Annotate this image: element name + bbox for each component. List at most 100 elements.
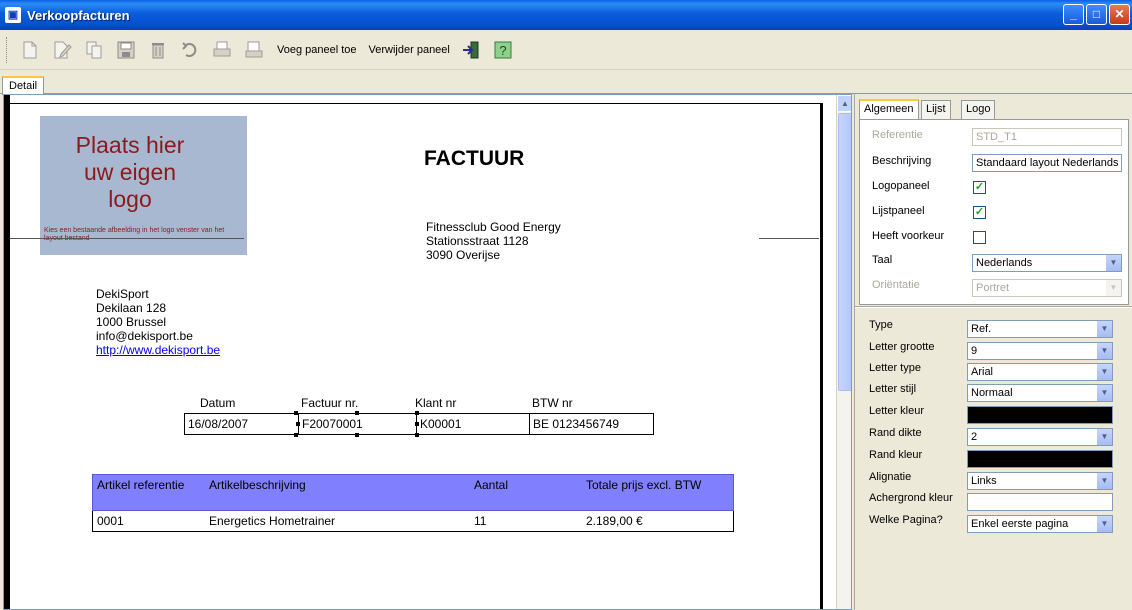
type-select[interactable]: Ref. ▼ [967,320,1113,338]
print-icon[interactable] [209,37,235,63]
save-icon[interactable] [113,37,139,63]
col-article-desc: Artikelbeschrijving [209,478,306,492]
tab-logo[interactable]: Logo [961,100,996,119]
invoice-title[interactable]: FACTUUR [424,147,524,171]
selection-handle[interactable] [355,411,359,415]
fontstyle-select[interactable]: Normaal ▼ [967,384,1113,402]
panel-divider[interactable] [855,306,1132,308]
vertical-scrollbar[interactable]: ▲ [836,95,851,609]
selection-handle[interactable] [415,422,419,426]
align-select[interactable]: Links ▼ [967,472,1113,490]
fontcolor-label: Letter kleur [869,405,925,417]
bgcolor-swatch[interactable] [967,493,1113,511]
add-panel-button[interactable]: Voeg paneel toe [277,44,357,56]
new-doc-icon[interactable] [17,37,43,63]
language-label: Taal [872,254,893,266]
client-nr-value: K00001 [417,414,530,434]
tab-list[interactable]: Lijst [921,100,951,119]
customer-email: info@dekisport.be [96,329,193,343]
selection-handle[interactable] [415,433,419,437]
logopanel-label: Logopaneel [872,180,930,192]
edit-icon[interactable] [49,37,75,63]
selection-handle[interactable] [355,433,359,437]
selection-handle[interactable] [294,411,298,415]
company-address-block[interactable]: Fitnessclub Good Energy Stationsstraat 1… [426,220,561,262]
logopanel-checkbox[interactable]: ✓ [973,181,986,194]
customer-website-link[interactable]: http://www.dekisport.be [96,343,220,357]
border-value: 2 [971,431,978,443]
chevron-down-icon[interactable]: ▼ [1105,255,1121,271]
col-quantity: Aantal [474,478,509,492]
toolbar-grip[interactable] [6,36,9,63]
chevron-down-icon[interactable]: ▼ [1096,516,1112,532]
article-table-header[interactable]: Artikel referentie Artikelbeschrijving A… [92,474,734,511]
fonttype-value: Arial [971,366,994,378]
scroll-thumb[interactable] [838,113,851,391]
article-ref-cell: 0001 [97,514,124,528]
col-total-price: Totale prijs excl. BTW [586,478,702,492]
customer-address-block[interactable]: DekiSport Dekilaan 128 1000 Brussel info… [96,287,220,357]
bordercolor-label: Rand kleur [869,449,923,461]
bordercolor-swatch[interactable] [967,450,1113,468]
fontstyle-value: Normaal [971,387,1013,399]
invoice-info-table[interactable]: 16/08/2007 F20070001 K00001 BE 012345674… [184,413,654,435]
fontcolor-swatch[interactable] [967,406,1113,424]
total-price-cell: 2.189,00 € [586,514,643,528]
selection-handle[interactable] [294,433,298,437]
logo-hint: Kies een bestaande afbeelding in het log… [44,227,225,242]
fontstyle-label: Letter stijl [869,383,917,395]
print-preview-icon[interactable] [241,37,267,63]
selection-handle[interactable] [296,422,300,426]
align-label: Alignatie [869,471,912,483]
chevron-down-icon[interactable]: ▼ [1096,473,1112,489]
page-margin-right [820,103,823,609]
description-label: Beschrijving [872,155,932,167]
description-field[interactable]: Standaard layout Nederlands [972,154,1122,172]
close-button[interactable]: ✕ [1109,4,1130,25]
scroll-up-icon[interactable]: ▲ [837,95,851,112]
page-select[interactable]: Enkel eerste pagina ▼ [967,515,1113,533]
properties-panel: Algemeen Lijst Logo Referentie STD_T1 Be… [854,94,1132,610]
maximize-button[interactable]: □ [1086,4,1107,25]
copy-icon[interactable] [81,37,107,63]
tab-detail[interactable]: Detail [2,76,45,95]
chevron-down-icon[interactable]: ▼ [1096,385,1112,401]
undo-icon[interactable] [177,37,203,63]
invoice-nr-value[interactable]: F20070001 [299,414,417,434]
article-desc-cell: Energetics Hometrainer [209,514,336,528]
border-select[interactable]: 2 ▼ [967,428,1113,446]
exit-icon[interactable] [458,37,484,63]
reference-label: Referentie [872,129,923,141]
chevron-down-icon[interactable]: ▼ [1096,429,1112,445]
chevron-down-icon: ▼ [1105,280,1121,296]
language-select[interactable]: Nederlands ▼ [972,254,1122,272]
svg-text:?: ? [499,43,506,58]
listpanel-checkbox[interactable]: ✓ [973,206,986,219]
guide-line-right [759,238,819,239]
remove-panel-button[interactable]: Verwijder paneel [369,44,450,56]
chevron-down-icon[interactable]: ▼ [1096,321,1112,337]
logo-placeholder[interactable]: Plaats hier uw eigen logo Kies een besta… [40,116,247,255]
reference-field: STD_T1 [972,128,1122,146]
chevron-down-icon[interactable]: ▼ [1096,343,1112,359]
chevron-down-icon[interactable]: ▼ [1096,364,1112,380]
customer-street: Dekilaan 128 [96,301,167,315]
fontsize-select[interactable]: 9 ▼ [967,342,1113,360]
date-label: Datum [200,396,236,410]
border-label: Rand dikte [869,427,922,439]
date-value: 16/08/2007 [185,414,299,434]
vat-nr-value: BE 0123456749 [533,417,620,431]
invoice-layout-canvas[interactable]: Plaats hier uw eigen logo Kies een besta… [3,94,852,610]
delete-icon[interactable] [145,37,171,63]
minimize-button[interactable]: _ [1063,4,1084,25]
preference-checkbox[interactable] [973,231,986,244]
customer-name: DekiSport [96,287,149,301]
table-row[interactable]: 0001 Energetics Hometrainer 11 2.189,00 … [92,511,734,532]
fonttype-select[interactable]: Arial ▼ [967,363,1113,381]
fontsize-value: 9 [971,345,978,357]
orientation-select: Portret ▼ [972,279,1122,297]
tab-general[interactable]: Algemeen [859,99,919,120]
help-icon[interactable]: ? [490,37,516,63]
company-street: Stationsstraat 1128 [426,234,529,248]
selection-handle[interactable] [415,411,419,415]
